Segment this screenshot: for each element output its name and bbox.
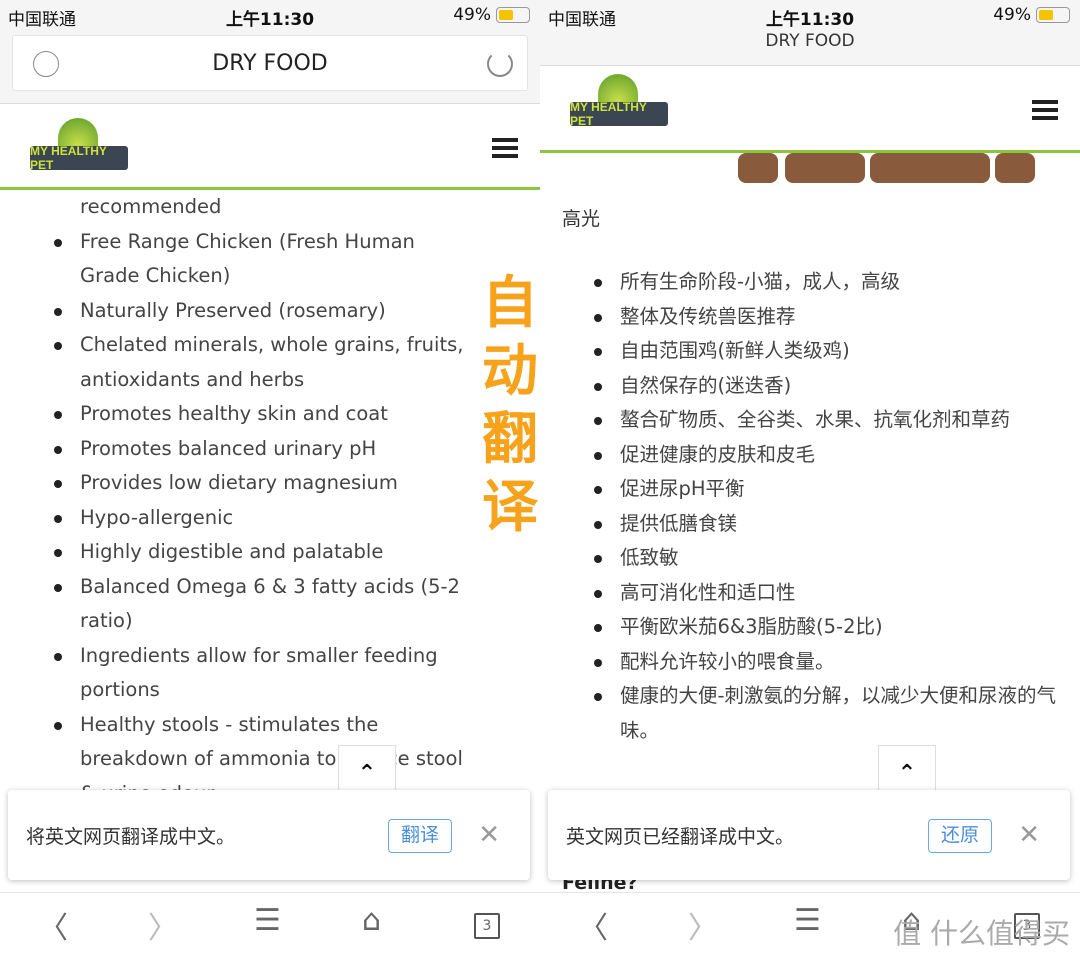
site-header: MY HEALTHY PET <box>0 104 540 190</box>
list-item: 提供低膳食镁 <box>540 507 1080 542</box>
list-item: 所有生命阶段-小猫，成人，高级 <box>540 265 1080 300</box>
reload-icon[interactable] <box>487 51 513 77</box>
browser-toolbar: DRY FOOD <box>0 30 540 104</box>
list-item: Provides low dietary magnesium <box>0 466 540 501</box>
banner-message: 将英文网页翻译成中文。 <box>26 825 236 848</box>
feature-list: 所有生命阶段-小猫，成人，高级 整体及传统兽医推荐 自由范围鸡(新鲜人类级鸡) 自然保… <box>540 265 1080 748</box>
list-item: 高可消化性和适口性 <box>540 576 1080 611</box>
list-item: 配料允许较小的喂食量。 <box>540 645 1080 680</box>
auto-translate-annotation: 自动翻译 <box>482 271 538 540</box>
section-heading: 高光 <box>562 208 601 230</box>
forward-icon[interactable]: 〉 <box>148 903 178 947</box>
list-item: 螯合矿物质、全谷类、水果、抗氧化剂和草药 <box>540 403 1080 438</box>
list-item: 平衡欧米茄6&3脂肪酸(5-2比) <box>540 610 1080 645</box>
battery-percent: 49% <box>993 5 1031 25</box>
list-item: recommended <box>80 195 222 218</box>
list-item: 自然保存的(迷迭香) <box>540 369 1080 404</box>
battery-percent: 49% <box>453 5 491 25</box>
tabs-button[interactable]: 3 <box>474 913 500 939</box>
list-item: Promotes balanced urinary pH <box>0 432 540 467</box>
list-item: 整体及传统兽医推荐 <box>540 300 1080 335</box>
back-icon[interactable]: 〈 <box>578 903 608 947</box>
list-item: Highly digestible and palatable <box>0 535 540 570</box>
browser-toolbar-compact: DRY FOOD <box>540 30 1080 66</box>
battery-icon <box>496 7 530 23</box>
close-icon[interactable]: ✕ <box>478 820 500 850</box>
browser-bottom-bar: 〈 〉 ☰ ⌂ 3 <box>0 892 540 960</box>
list-item: Balanced Omega 6 & 3 fatty acids (5-2 ra… <box>0 570 540 639</box>
left-screenshot: 中国联通 上午11:30 49% DRY FOOD MY HEALTHY PET… <box>0 0 540 960</box>
restore-button[interactable]: 还原 <box>927 819 992 853</box>
list-item: 自由范围鸡(新鲜人类级鸡) <box>540 334 1080 369</box>
watermark: 值 什么值得买 <box>893 917 1070 950</box>
battery-icon <box>1036 7 1070 23</box>
address-bar[interactable]: DRY FOOD <box>12 35 528 91</box>
list-item: Free Range Chicken (Fresh Human Grade Ch… <box>0 225 540 294</box>
hamburger-menu-icon[interactable] <box>492 138 518 158</box>
status-bar: 中国联通 上午11:30 49% <box>540 0 1080 30</box>
right-screenshot: 中国联通 上午11:30 49% DRY FOOD MY HEALTHY PET… <box>540 0 1080 960</box>
close-icon[interactable]: ✕ <box>1018 820 1040 850</box>
home-icon[interactable]: ⌂ <box>362 903 381 938</box>
hamburger-menu-icon[interactable] <box>1032 100 1058 120</box>
list-item: Naturally Preserved (rosemary) <box>0 294 540 329</box>
list-item: Hypo-allergenic <box>0 501 540 536</box>
translate-banner: 将英文网页翻译成中文。 翻译 ✕ <box>8 790 530 880</box>
status-bar: 中国联通 上午11:30 49% <box>0 0 540 30</box>
list-item: 促进尿pH平衡 <box>540 472 1080 507</box>
back-icon[interactable]: 〈 <box>38 903 68 947</box>
scroll-top-button[interactable]: ⌃ <box>878 745 936 795</box>
list-item: Chelated minerals, whole grains, fruits,… <box>0 328 540 397</box>
banner-message: 英文网页已经翻译成中文。 <box>566 825 795 848</box>
list-item: 健康的大便-刺激氨的分解，以减少大便和尿液的气味。 <box>540 679 1080 748</box>
site-header: MY HEALTHY PET <box>540 66 1080 153</box>
menu-icon[interactable]: ☰ <box>794 903 821 938</box>
translate-button[interactable]: 翻译 <box>387 819 452 853</box>
site-logo[interactable]: MY HEALTHY PET <box>570 74 668 128</box>
site-logo[interactable]: MY HEALTHY PET <box>30 118 128 172</box>
list-item: Ingredients allow for smaller feeding po… <box>0 639 540 708</box>
page-title: DRY FOOD <box>212 50 328 76</box>
page-title: DRY FOOD <box>765 31 855 51</box>
list-item: 低致敏 <box>540 541 1080 576</box>
feature-list: recommended Free Range Chicken (Fresh Hum… <box>0 190 540 811</box>
forward-icon[interactable]: 〉 <box>688 903 718 947</box>
menu-icon[interactable]: ☰ <box>254 903 281 938</box>
translate-banner: 英文网页已经翻译成中文。 还原 ✕ <box>548 790 1070 880</box>
list-item: Promotes healthy skin and coat <box>0 397 540 432</box>
list-item: 促进健康的皮肤和皮毛 <box>540 438 1080 473</box>
scroll-top-button[interactable]: ⌃ <box>338 745 396 795</box>
globe-icon <box>33 51 59 77</box>
